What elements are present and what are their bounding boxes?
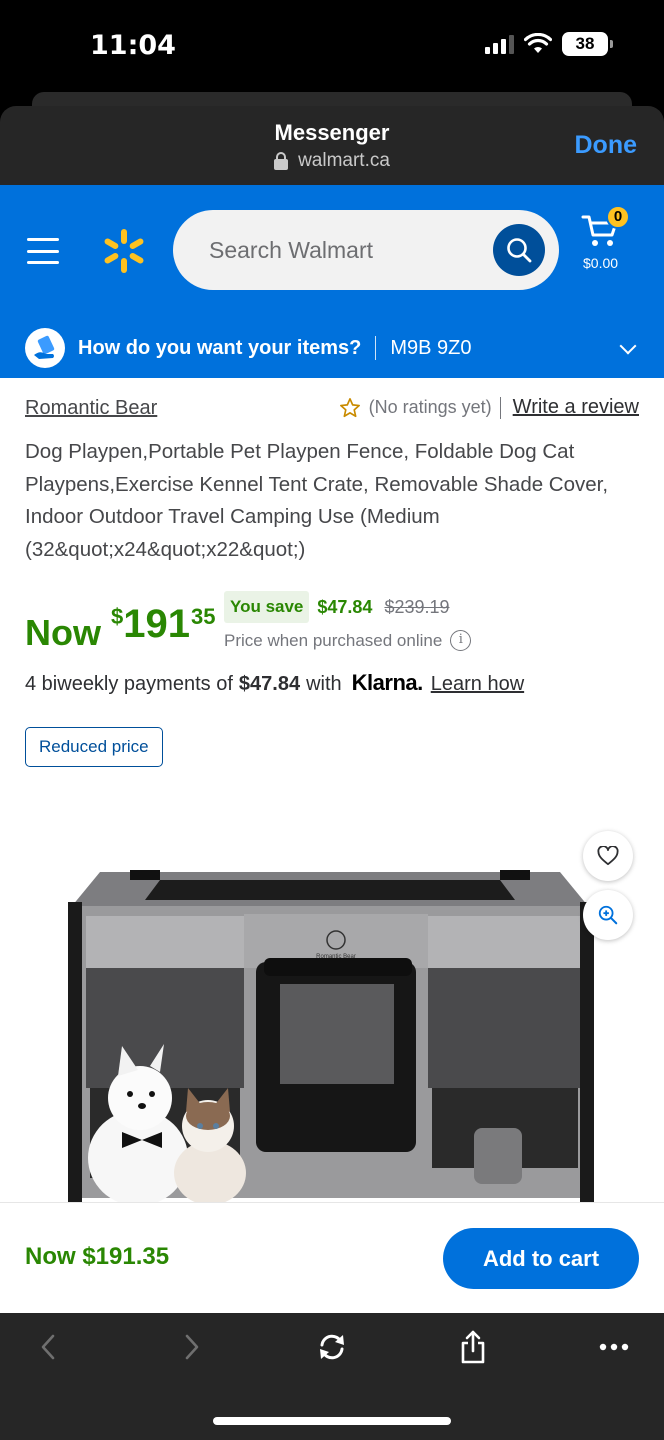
learn-how-link[interactable]: Learn how	[431, 673, 524, 696]
klarna-prefix: 4 biweekly payments of	[25, 673, 233, 695]
rating-divider	[499, 396, 501, 419]
savings-row: You save $47.84 $239.19	[224, 591, 450, 623]
sticky-price: Now $191.35	[25, 1243, 170, 1270]
delivery-divider	[375, 336, 377, 360]
cellular-signal-icon	[485, 34, 514, 54]
zoom-in-icon	[598, 905, 618, 925]
walmart-header: 0 $0.00	[0, 185, 664, 318]
price-cents: 35	[191, 604, 216, 629]
price-currency: $	[111, 604, 124, 629]
price-note: Price when purchased online i	[224, 630, 472, 651]
forward-icon	[185, 1334, 199, 1360]
product-content: Romantic Bear (No ratings yet) Write a r…	[0, 378, 664, 1202]
search-icon	[507, 238, 532, 263]
share-button[interactable]	[453, 1327, 493, 1367]
delivery-selector[interactable]: How do you want your items? M9B 9Z0	[0, 318, 664, 378]
delivery-question: How do you want your items?	[78, 336, 362, 359]
info-icon[interactable]: i	[450, 630, 472, 651]
rating-text: (No ratings yet)	[368, 397, 492, 417]
lock-icon	[274, 152, 289, 170]
you-save-badge: You save	[224, 591, 310, 623]
reduced-price-badge: Reduced price	[25, 727, 163, 767]
favorite-button[interactable]	[583, 831, 633, 881]
search-button[interactable]	[493, 224, 545, 276]
back-icon	[41, 1334, 55, 1360]
status-time: 11:04	[90, 30, 176, 61]
sticky-cart-bar: Now $191.35 Add to cart	[0, 1202, 664, 1313]
now-label: Now	[25, 612, 101, 653]
klarna-amount: $47.84	[238, 673, 301, 695]
menu-icon[interactable]	[27, 238, 59, 264]
reload-icon	[320, 1334, 344, 1360]
product-title: Dog Playpen,Portable Pet Playpen Fence, …	[25, 440, 609, 561]
delivery-hand-icon	[25, 328, 65, 368]
cart-count-badge: 0	[606, 205, 630, 229]
klarna-logo: Klarna.	[351, 670, 424, 695]
write-review-link[interactable]: Write a review	[513, 396, 639, 419]
wifi-icon	[524, 33, 552, 53]
product-logo-text: Romantic Bear	[316, 954, 356, 960]
status-icons: 38	[485, 32, 613, 56]
done-button[interactable]: Done	[575, 131, 638, 160]
share-icon	[461, 1330, 485, 1364]
more-icon	[599, 1343, 629, 1351]
more-button[interactable]	[594, 1327, 634, 1367]
klarna-with: with	[306, 673, 342, 695]
back-button[interactable]	[28, 1327, 68, 1367]
was-price: $239.19	[384, 596, 450, 617]
in-app-browser-header: Messenger walmart.ca Done	[0, 106, 664, 185]
price-note-text: Price when purchased online	[224, 630, 443, 650]
zoom-button[interactable]	[583, 890, 633, 940]
home-indicator	[213, 1417, 451, 1425]
star-icon	[339, 397, 360, 417]
browser-title: Messenger	[274, 120, 390, 145]
add-to-cart-button[interactable]: Add to cart	[443, 1228, 639, 1289]
chevron-down-icon	[619, 337, 637, 355]
cart-total: $0.00	[583, 255, 619, 271]
browser-toolbar	[0, 1313, 664, 1440]
status-bar: 11:04 38	[0, 0, 664, 92]
url-row: walmart.ca	[0, 150, 664, 172]
search-input[interactable]	[209, 232, 489, 268]
brand-link[interactable]: Romantic Bear	[25, 397, 157, 420]
product-image[interactable]: Romantic Bear	[60, 858, 600, 1202]
reload-button[interactable]	[312, 1327, 352, 1367]
url-text: walmart.ca	[298, 150, 390, 171]
save-amount: $47.84	[317, 596, 373, 617]
battery-icon: 38	[562, 32, 613, 56]
walmart-spark-logo[interactable]	[100, 227, 148, 275]
klarna-row: 4 biweekly payments of $47.84 with Klarn…	[25, 670, 524, 696]
price-dollars: 191	[123, 602, 190, 646]
heart-icon	[597, 846, 619, 866]
forward-button[interactable]	[172, 1327, 212, 1367]
search-bar	[173, 210, 559, 290]
current-price: Now $ 191 35	[25, 600, 215, 654]
rating-row: (No ratings yet) Write a review	[339, 396, 639, 419]
postal-code: M9B 9Z0	[390, 336, 472, 359]
